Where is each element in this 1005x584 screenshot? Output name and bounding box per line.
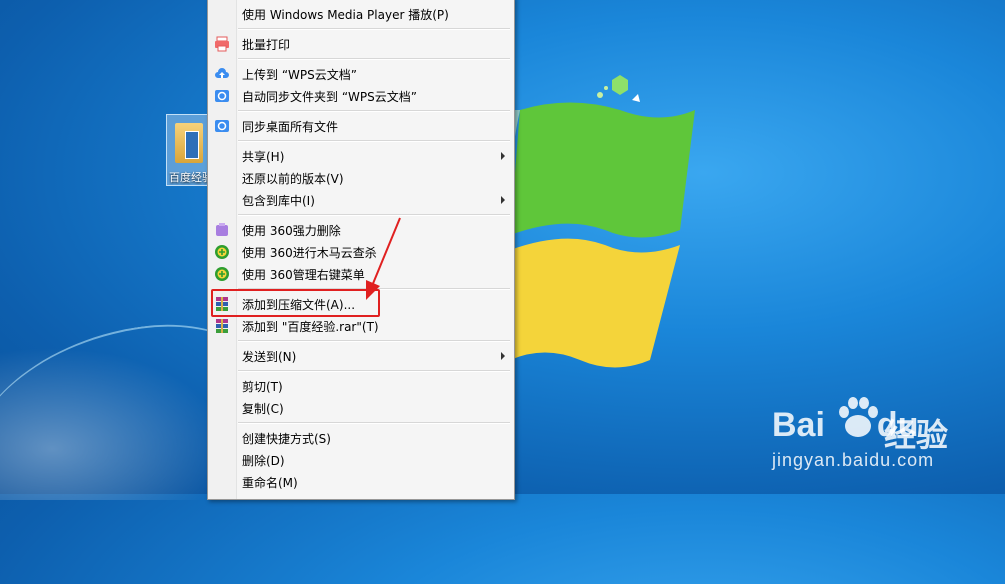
- menu-item-create-shortcut[interactable]: 创建快捷方式(S): [208, 427, 514, 449]
- baidu-paw-icon: [839, 397, 878, 437]
- sync-folder-icon: [215, 90, 229, 102]
- menu-item-batch-print[interactable]: 批量打印: [208, 33, 514, 55]
- watermark-url: jingyan.baidu.com: [772, 450, 935, 470]
- menu-item-play-wmp[interactable]: 使用 Windows Media Player 播放(P): [208, 3, 514, 25]
- menu-item-restore-versions[interactable]: 还原以前的版本(V): [208, 167, 514, 189]
- menu-item-upload-wps[interactable]: 上传到 “WPS云文档”: [208, 63, 514, 85]
- submenu-arrow-icon: [501, 196, 505, 204]
- menu-separator: [238, 140, 510, 142]
- desktop-folder-icon[interactable]: 百度经验: [166, 114, 213, 186]
- winrar-icon: [216, 319, 228, 333]
- cloud-upload-icon: [215, 68, 229, 78]
- menu-separator: [238, 422, 510, 424]
- menu-item-add-to-rar[interactable]: 添加到 "百度经验.rar"(T): [208, 315, 514, 337]
- annotation-arrow-icon: [366, 217, 401, 300]
- menu-item-copy[interactable]: 复制(C): [208, 397, 514, 419]
- folder-icon: [175, 123, 203, 163]
- printer-icon: [215, 36, 229, 52]
- menu-separator: [238, 370, 510, 372]
- menu-item-sync-folder-wps[interactable]: 自动同步文件夹到 “WPS云文档”: [208, 85, 514, 107]
- sync-desktop-icon: [215, 120, 229, 132]
- submenu-arrow-icon: [501, 152, 505, 160]
- windows-logo: [510, 75, 695, 368]
- 360-delete-icon: [216, 223, 228, 236]
- menu-separator: [238, 58, 510, 60]
- menu-separator: [238, 110, 510, 112]
- menu-item-sync-desktop[interactable]: 同步桌面所有文件: [208, 115, 514, 137]
- submenu-arrow-icon: [501, 352, 505, 360]
- menu-item-include-library[interactable]: 包含到库中(I): [208, 189, 514, 211]
- menu-item-rename[interactable]: 重命名(M): [208, 471, 514, 493]
- menu-item-send-to[interactable]: 发送到(N): [208, 345, 514, 367]
- menu-item-delete[interactable]: 删除(D): [208, 449, 514, 471]
- menu-separator: [238, 340, 510, 342]
- menu-item-share[interactable]: 共享(H): [208, 145, 514, 167]
- 360-scan-icon: [215, 245, 229, 259]
- menu-separator: [238, 28, 510, 30]
- menu-item-cut[interactable]: 剪切(T): [208, 375, 514, 397]
- 360-menu-icon: [215, 267, 229, 281]
